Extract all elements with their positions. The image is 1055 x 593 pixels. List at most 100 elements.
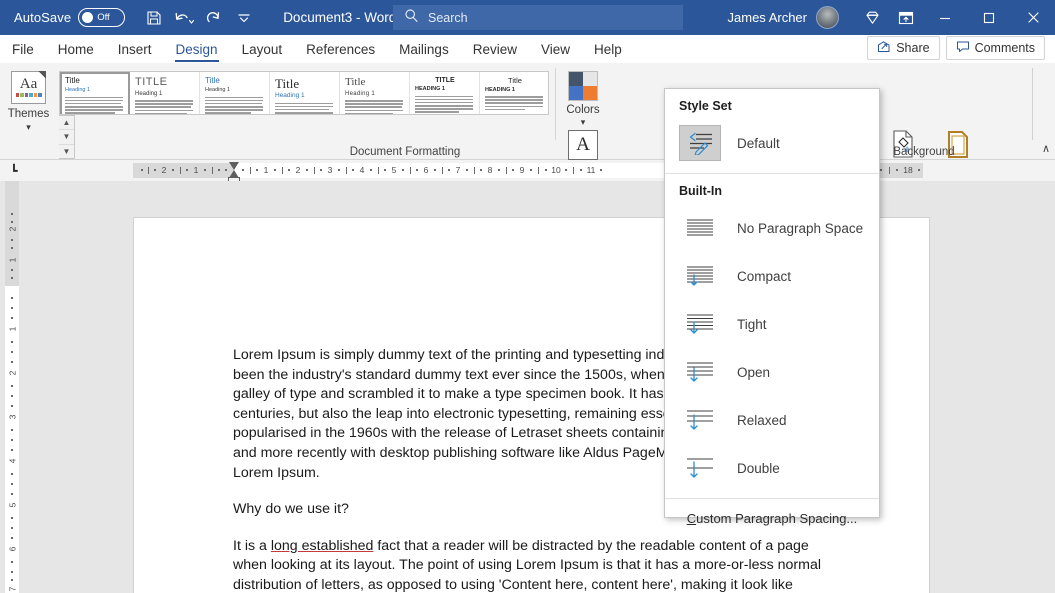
tab-review[interactable]: Review: [461, 42, 529, 63]
comments-button[interactable]: Comments: [945, 36, 1045, 60]
tab-insert[interactable]: Insert: [106, 42, 164, 63]
colors-chevron-down-icon[interactable]: ▾: [581, 117, 586, 128]
vruler-tick-top-1: 1: [6, 257, 17, 263]
gallery-item-5-preview-lines: [415, 95, 475, 114]
tab-mailings[interactable]: Mailings: [387, 42, 461, 63]
gallery-item-6[interactable]: Title HEADING 1: [480, 72, 548, 114]
user-name[interactable]: James Archer: [728, 10, 807, 25]
save-icon[interactable]: [139, 4, 169, 32]
autosave-toggle[interactable]: Off: [78, 8, 126, 27]
gallery-item-0-title: Title: [65, 76, 80, 85]
diamond-icon[interactable]: [855, 0, 889, 35]
group-label-background: Background: [893, 146, 955, 158]
tab-home[interactable]: Home: [46, 42, 106, 63]
comment-icon: [956, 40, 970, 56]
tab-design[interactable]: Design: [164, 42, 230, 63]
vruler-tick-4: 4: [6, 458, 17, 464]
tab-view[interactable]: View: [529, 42, 582, 63]
themes-aa-icon[interactable]: Aa: [11, 71, 46, 104]
undo-icon[interactable]: [169, 4, 199, 32]
ruler-tick-2: 2: [295, 165, 301, 175]
menu-item-default-label: Default: [737, 135, 780, 151]
redo-icon[interactable]: [199, 4, 229, 32]
gallery-item-6-title: Title: [508, 76, 522, 85]
document-workspace: 2 1 1 2 3 4 5 6 7 Lorem Ipsum is simply …: [0, 181, 1055, 593]
document-paragraph-3: It is a long established fact that a rea…: [233, 537, 833, 593]
ruler-tick-1: 1: [263, 165, 269, 175]
menu-item-no-paragraph-space[interactable]: No Paragraph Space: [665, 204, 879, 252]
word-window: AutoSave Off Document3 - Word Search Jam…: [0, 0, 1055, 593]
title-bar: AutoSave Off Document3 - Word Search Jam…: [0, 0, 1055, 35]
vruler-tick-1: 1: [6, 326, 17, 332]
tab-layout[interactable]: Layout: [230, 42, 295, 63]
menu-item-relaxed[interactable]: Relaxed: [665, 396, 879, 444]
group-label-document-formatting: Document Formatting: [349, 146, 461, 158]
gallery-item-0-preview-lines: [65, 96, 125, 114]
avatar[interactable]: [816, 6, 839, 29]
tab-references[interactable]: References: [294, 42, 387, 63]
vruler-tick-2: 2: [6, 370, 17, 376]
document-title: Document3 - Word: [283, 10, 397, 25]
chevron-down-icon[interactable]: ▾: [26, 122, 31, 133]
menu-item-compact-label: Compact: [737, 268, 792, 284]
gallery-item-1[interactable]: TITLE Heading 1: [130, 72, 200, 114]
vruler-tick-6: 6: [6, 546, 17, 552]
gallery-item-0[interactable]: Title Heading 1: [60, 72, 130, 114]
maximize-icon[interactable]: [967, 0, 1011, 35]
gallery-item-2-preview-lines: [205, 96, 265, 114]
gallery-more-icon[interactable]: ▼: [59, 145, 74, 158]
minimize-icon[interactable]: [923, 0, 967, 35]
collapse-ribbon-icon[interactable]: ∧: [1042, 142, 1050, 155]
share-button[interactable]: Share: [867, 36, 940, 60]
autosave-state-label: Off: [97, 12, 110, 23]
gallery-scroll-up-icon[interactable]: ▲: [59, 116, 74, 131]
ruler-tick-left-2: 2: [161, 165, 167, 175]
gallery-item-2[interactable]: Title Heading 1: [200, 72, 270, 114]
gallery-item-3-heading: Heading 1: [275, 92, 305, 99]
menu-item-tight[interactable]: Tight: [665, 300, 879, 348]
menu-item-default[interactable]: Default: [665, 119, 879, 167]
theme-colors-fonts-group: Colors ▾ A Fonts ▾: [562, 63, 604, 186]
vruler-tick-3: 3: [6, 414, 17, 420]
gallery-item-2-title: Title: [205, 76, 220, 85]
ribbon-group-separator: [555, 68, 556, 140]
gallery-item-2-heading: Heading 1: [205, 87, 231, 93]
autosave-control[interactable]: AutoSave Off: [14, 8, 126, 27]
gallery-item-4[interactable]: Title Heading 1: [340, 72, 410, 114]
gallery-item-6-heading: HEADING 1: [485, 86, 515, 93]
ruler-tick-left-1: 1: [193, 165, 199, 175]
search-box[interactable]: Search: [393, 5, 683, 30]
ruler-tick-4: 4: [359, 165, 365, 175]
gallery-item-3-preview-lines: [275, 102, 335, 114]
gallery-item-3[interactable]: Title Heading 1: [270, 72, 340, 114]
paragraph-spacing-default-icon: [679, 125, 721, 161]
gallery-scroll-down-icon[interactable]: ▼: [59, 130, 74, 145]
ruler-tick-18: 18: [903, 165, 913, 175]
tab-help[interactable]: Help: [582, 42, 634, 63]
paragraph-2-text: Why do we use it?: [233, 501, 349, 518]
themes-group: Aa Themes ▾: [0, 63, 57, 159]
misspelled-word-long-established[interactable]: long established: [271, 538, 374, 554]
gallery-item-5-heading: HEADING 1: [415, 86, 445, 92]
menu-item-open[interactable]: Open: [665, 348, 879, 396]
menu-item-no-paragraph-space-label: No Paragraph Space: [737, 220, 864, 236]
customize-quick-access-icon[interactable]: [229, 4, 259, 32]
menu-item-custom-paragraph-spacing[interactable]: Custom Paragraph Spacing...: [665, 499, 879, 537]
colors-button[interactable]: Colors ▾: [562, 71, 604, 128]
autosave-label: AutoSave: [14, 10, 72, 25]
style-set-gallery[interactable]: Title Heading 1 TITLE Heading 1 Title He…: [59, 71, 549, 115]
close-icon[interactable]: [1011, 0, 1055, 35]
gallery-scrollbar[interactable]: ▲ ▼ ▼: [59, 115, 75, 159]
ruler-tick-9: 9: [519, 165, 525, 175]
themes-corner-marker: [38, 71, 46, 79]
gallery-item-5[interactable]: TITLE HEADING 1: [410, 72, 480, 114]
menu-item-compact[interactable]: Compact: [665, 252, 879, 300]
tab-file[interactable]: File: [0, 42, 46, 63]
vruler-tick-7: 7: [6, 586, 17, 592]
ribbon-display-options-icon[interactable]: [889, 0, 923, 35]
vertical-ruler[interactable]: 2 1 1 2 3 4 5 6 7: [5, 181, 19, 593]
tab-stop-selector[interactable]: ┗: [6, 163, 22, 178]
menu-item-double[interactable]: Double: [665, 444, 879, 492]
relaxed-spacing-icon: [679, 402, 721, 438]
gallery-item-1-title: TITLE: [135, 76, 168, 88]
